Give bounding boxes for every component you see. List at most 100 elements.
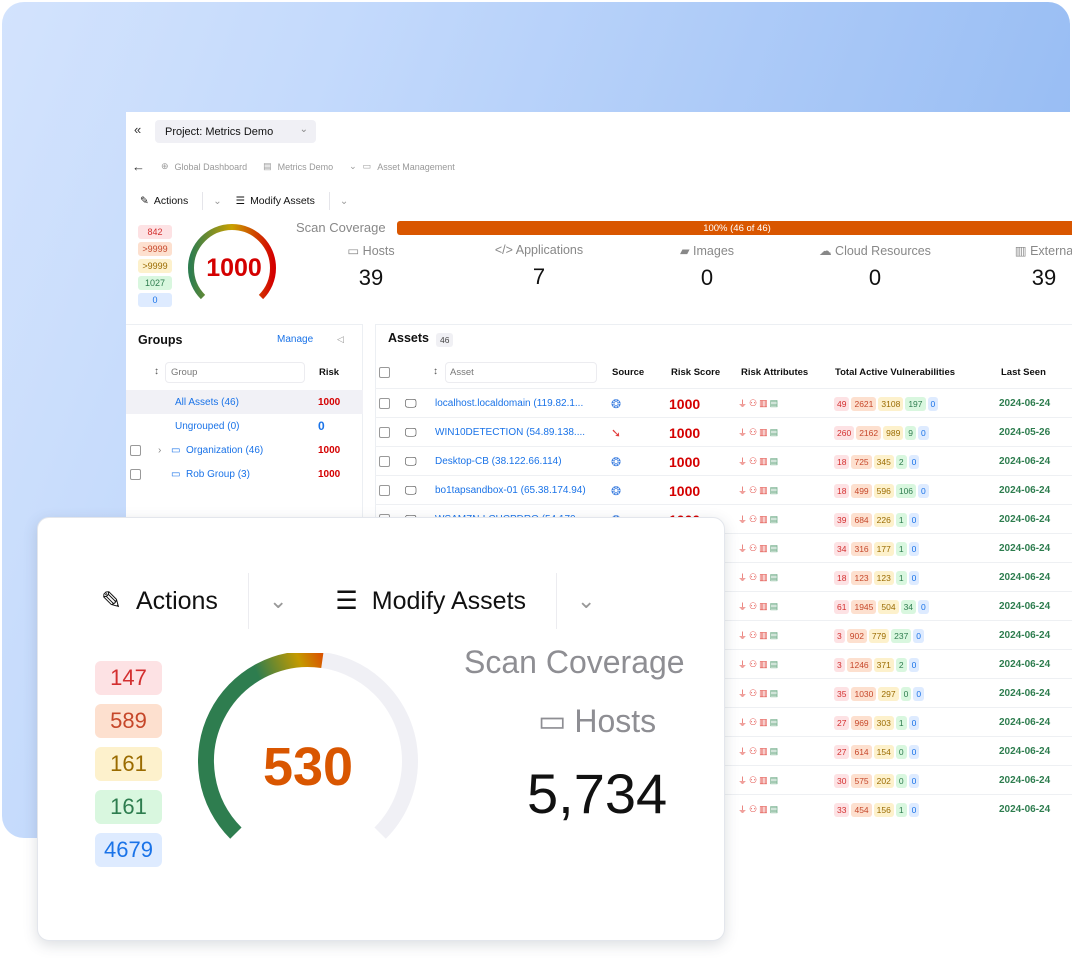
card-hosts-label: ▭ Hosts [538,703,656,740]
last-seen: 2024-06-24 [999,601,1051,612]
risk-attributes: ⏚ ⚇ ▥ ▤ [738,679,778,708]
metric-applications[interactable]: </> Applications 7 [469,243,609,290]
row-checkbox[interactable] [379,447,390,476]
plug-icon: ⏚ [738,515,748,525]
group-checkbox[interactable] [130,468,141,480]
actions-button[interactable]: ✎ Actions [140,195,202,207]
actions-dropdown-chevron-icon[interactable]: ⌄ [213,196,221,207]
metric-cloud-resources[interactable]: ☁ Cloud Resources 0 [805,243,945,291]
metric-images[interactable]: ▰ Images 0 [637,243,777,291]
critical-count[interactable]: 147 [95,661,162,695]
manage-groups-link[interactable]: Manage [277,334,313,345]
vuln-badge: 0 [895,744,907,759]
plug-icon: ⏚ [738,573,748,583]
vulnerability-counts: 3 1246 371 2 0 [834,650,920,679]
vuln-badge: 0 [908,773,920,788]
row-checkbox[interactable] [379,476,390,505]
asset-name-link[interactable]: WIN10DETECTION (54.89.138.... [435,418,585,447]
medium-count[interactable]: 161 [95,747,162,781]
metric-hosts[interactable]: ▭ Hosts 39 [301,243,441,291]
vulnerability-counts: 33 454 156 1 0 [834,795,920,824]
vuln-badge: 316 [851,541,872,556]
row-checkbox[interactable] [379,389,390,418]
group-search-input[interactable]: Group [165,362,305,383]
row-checkbox[interactable] [379,418,390,447]
vulnerability-counts: 260 2162 989 9 0 [834,418,929,447]
group-row-organization[interactable]: › ▭ Organization (46) 1000 [126,438,363,462]
header-last-seen[interactable]: Last Seen [1001,367,1046,378]
user-lock-icon: ⚇ [749,746,758,756]
chevron-down-icon[interactable]: ⌄ [349,161,357,172]
building-icon: ▥ [1014,244,1027,258]
group-row-rob-group[interactable]: ▭ Rob Group (3) 1000 [126,462,363,486]
asset-name-link[interactable]: Desktop-CB (38.122.66.114) [435,447,562,476]
info-count[interactable]: 0 [138,293,172,307]
metric-external[interactable]: ▥ Externa 39 [974,243,1072,291]
groups-risk-header: Risk [319,367,340,378]
list-box-icon: ▤ [769,543,779,553]
card-actions-button[interactable]: ✎ Actions [101,586,248,616]
select-all-checkbox[interactable] [379,367,390,378]
info-count[interactable]: 4679 [95,833,162,867]
card-modify-assets-button[interactable]: ☰ Modify Assets [335,586,556,616]
table-row[interactable]: 🖵 WIN10DETECTION (54.89.138.... ➘ 1000 ⏚ ⚇ ▥ ▤ 2… [375,417,1072,446]
user-lock-icon: ⚇ [749,485,758,495]
table-icon: ▤ [263,161,272,171]
header-risk-score[interactable]: Risk Score [671,367,720,378]
header-source[interactable]: Source [612,367,644,378]
medium-count[interactable]: >9999 [138,259,172,273]
asset-search-input[interactable]: Asset [445,362,597,383]
vuln-badge: 3 [834,628,845,643]
actions-dropdown-chevron-icon[interactable]: ⌄ [269,588,287,614]
table-row[interactable]: 🖵 Desktop-CB (38.122.66.114) ❂ 1000 ⏚ ⚇ ▥ ▤ 18 72… [375,446,1072,475]
sort-icon[interactable]: ↕ [154,366,159,377]
low-count[interactable]: 161 [95,790,162,824]
asset-name-link[interactable]: bo1tapsandbox-01 (65.38.174.94) [435,476,586,505]
low-count[interactable]: 1027 [138,276,172,290]
collapse-panel-icon[interactable]: ◁ [337,334,344,345]
globe-icon: ⊕ [161,161,169,171]
plug-icon: ⏚ [738,805,748,815]
group-risk: 0 [318,419,325,433]
high-count[interactable]: >9999 [138,242,172,256]
modify-assets-button[interactable]: ☰ Modify Assets [236,195,329,207]
breadcrumb-metrics-demo[interactable]: Metrics Demo [278,162,334,172]
critical-count[interactable]: 842 [138,225,172,239]
sort-icon[interactable]: ↕ [433,366,438,377]
table-row[interactable]: 🖵 bo1tapsandbox-01 (65.38.174.94) ❂ 1000 ⏚ ⚇ ▥… [375,475,1072,504]
last-seen: 2024-06-24 [999,485,1051,496]
group-row-all-assets[interactable]: All Assets (46) 1000 [126,390,363,414]
header-risk-attributes[interactable]: Risk Attributes [741,367,808,378]
list-box-icon: ▤ [769,804,779,814]
list-box-icon: ▤ [769,572,779,582]
modify-dropdown-chevron-icon[interactable]: ⌄ [340,196,348,207]
back-arrow-icon[interactable]: ← [132,159,145,174]
folder-icon: ▭ [171,444,181,456]
divider [247,573,249,629]
assets-title: Assets [388,331,429,345]
header-total-active-vulnerabilities[interactable]: Total Active Vulnerabilities [835,367,955,378]
metric-label: Cloud Resources [835,244,931,258]
vuln-badge: 0 [908,744,920,759]
chevron-right-icon[interactable]: › [158,445,161,456]
last-seen: 2024-06-24 [999,717,1051,728]
vulnerability-counts: 18 725 345 2 0 [834,447,920,476]
group-checkbox[interactable] [130,444,141,456]
user-lock-icon: ⚇ [749,514,758,524]
user-lock-icon: ⚇ [749,398,758,408]
risk-attributes: ⏚ ⚇ ▥ ▤ [738,708,778,737]
asset-name-link[interactable]: localhost.localdomain (119.82.1... [435,389,583,418]
risk-attributes: ⏚ ⚇ ▥ ▤ [738,621,778,650]
risk-attributes: ⏚ ⚇ ▥ ▤ [738,795,778,824]
vuln-badge: 779 [868,628,890,643]
modify-dropdown-chevron-icon[interactable]: ⌄ [577,588,595,614]
high-count[interactable]: 589 [95,704,162,738]
breadcrumb-asset-management[interactable]: Asset Management [377,162,455,172]
table-row[interactable]: 🖵 localhost.localdomain (119.82.1... ❂ 1000… [375,388,1072,417]
collapse-sidebar-icon[interactable]: « [134,122,141,137]
breadcrumb-global-dashboard[interactable]: Global Dashboard [175,162,248,172]
vuln-badge: 61 [834,599,850,614]
group-row-ungrouped[interactable]: Ungrouped (0) 0 [126,414,363,438]
user-lock-icon: ⚇ [749,775,758,785]
project-select[interactable]: Project: Metrics Demo ⌄ [155,120,316,143]
